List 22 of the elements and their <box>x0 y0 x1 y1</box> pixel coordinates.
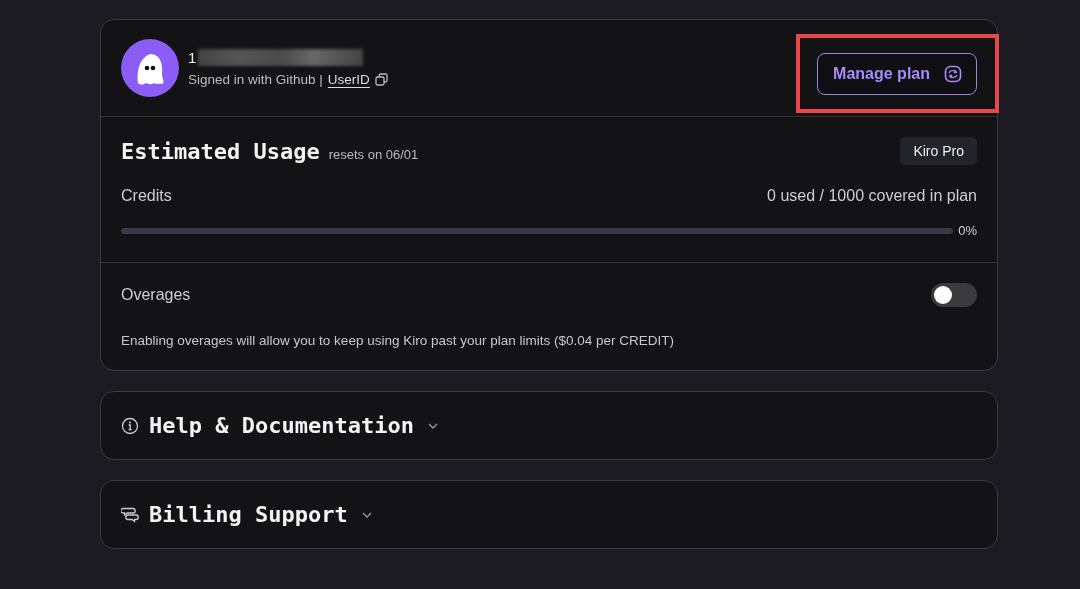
credits-label: Credits <box>121 187 172 205</box>
copy-icon <box>374 73 388 86</box>
user-id-link[interactable]: UserID <box>327 72 370 87</box>
overages-description: Enabling overages will allow you to keep using Kiro past your plan limits ($0.04 per CREDIT) <box>121 333 675 348</box>
manage-plan-button[interactable]: Manage plan <box>817 52 977 95</box>
chevron-down-icon <box>361 511 372 518</box>
info-icon <box>121 416 139 435</box>
plan-badge: Kiro Pro <box>900 137 977 165</box>
overages-toggle[interactable] <box>931 283 977 307</box>
refresh-icon <box>944 64 962 83</box>
usage-percent: 0% <box>958 223 977 238</box>
user-name: 1 <box>188 49 197 66</box>
credits-summary: 0 used / 1000 covered in plan <box>767 187 977 205</box>
reset-date: resets on 06/01 <box>328 146 419 162</box>
sign-in-text: Signed in with Github | <box>188 72 323 87</box>
overages-label: Overages <box>121 286 191 304</box>
chevron-down-icon <box>427 422 438 429</box>
section-header[interactable]: Billing Support <box>101 502 372 527</box>
chat-bubbles-icon <box>121 505 139 524</box>
avatar-icon <box>121 39 179 97</box>
section-header[interactable]: Help & Documentation <box>101 413 438 438</box>
section-title: Estimated Usage <box>121 138 320 164</box>
